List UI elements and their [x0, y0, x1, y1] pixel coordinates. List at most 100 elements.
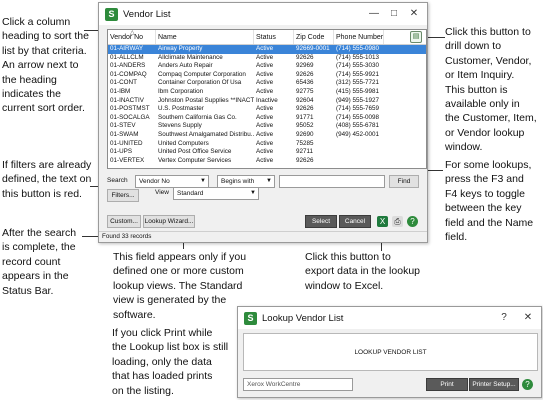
- cell-phone: (949) 555-1927: [336, 96, 380, 104]
- export-callout: Click this button to export data in the …: [305, 251, 420, 292]
- cell-zip: 95052: [296, 122, 314, 130]
- cell-phone: (714) 555-1013: [336, 53, 380, 61]
- select-button[interactable]: Select: [305, 215, 337, 228]
- cell-phone: (408) 555-6781: [336, 122, 380, 130]
- cell-name: Johnston Postal Supplies **INACT...: [158, 96, 254, 104]
- cell-status: Active: [256, 87, 274, 95]
- table-row[interactable]: 01-COMPAQ Compaq Computer Corporation Ac…: [108, 71, 426, 80]
- cell-status: Active: [256, 45, 274, 52]
- cancel-button[interactable]: Cancel: [339, 215, 371, 228]
- cell-vendor-no: 01-ALLCLM: [110, 53, 144, 61]
- table-row[interactable]: 01-SWAM Southwest Amalgamated Distribu..…: [108, 131, 426, 140]
- table-row[interactable]: 01-ALLCLM Allclimate Maintenance Active …: [108, 54, 426, 63]
- filters-callout: If filters are already defined, the text…: [2, 159, 92, 200]
- cell-phone: (714) 555-0980: [336, 45, 380, 52]
- cell-vendor-no: 01-STEV: [110, 122, 136, 130]
- cell-phone: (714) 555-0098: [336, 113, 380, 121]
- cell-vendor-no: 01-SWAM: [110, 130, 139, 138]
- vendor-list-window: S Vendor List — □ ✕ △ Vendor No Name Sta…: [98, 2, 428, 243]
- cell-zip: 75285: [296, 139, 314, 147]
- cell-name: Stevens Supply: [158, 122, 202, 130]
- app-logo-icon: S: [105, 7, 118, 21]
- chevron-down-icon: ▼: [200, 178, 206, 184]
- find-button[interactable]: Find: [389, 175, 419, 188]
- cell-vendor-no: 01-POSTMST: [110, 105, 150, 113]
- drill-down-icon[interactable]: ▤: [410, 31, 422, 43]
- table-row[interactable]: 01-ANDERS Anders Auto Repair Active 9296…: [108, 62, 426, 71]
- search-field-value: Vendor No: [139, 178, 170, 185]
- printer-icon[interactable]: ⎙: [392, 216, 403, 227]
- table-row[interactable]: 01-SOCALGA Southern California Gas Co. A…: [108, 114, 426, 123]
- cell-name: Airway Property: [158, 45, 203, 52]
- cell-zip: 92711: [296, 148, 314, 156]
- drill-down-callout: Click this button to drill down to Custo…: [445, 26, 537, 154]
- column-header-status[interactable]: Status: [254, 30, 294, 44]
- lookup-titlebar: S Lookup Vendor List ? ✕: [238, 307, 541, 329]
- table-row[interactable]: 01-UNITED United Computers Active 75285: [108, 140, 426, 149]
- cell-vendor-no: 01-ANDERS: [110, 62, 146, 70]
- printer-select[interactable]: Xerox WorkCentre: [243, 378, 353, 391]
- cell-name: Southern California Gas Co.: [158, 113, 237, 121]
- lookup-wizard-button[interactable]: Lookup Wizard...: [143, 215, 195, 228]
- search-label: Search: [107, 177, 128, 184]
- table-row[interactable]: 01-CONT Container Corporation Of Usa Act…: [108, 79, 426, 88]
- cell-name: U.S. Postmaster: [158, 105, 204, 113]
- column-header-zip-code[interactable]: Zip Code: [294, 30, 334, 44]
- cell-status: Active: [256, 148, 274, 156]
- cell-status: Active: [256, 79, 274, 87]
- cell-zip: 92775: [296, 87, 314, 95]
- table-row[interactable]: 01-STEV Stevens Supply Active 95052 (408…: [108, 122, 426, 131]
- filters-button[interactable]: Filters...: [107, 189, 139, 202]
- column-header-phone[interactable]: Phone Number: [334, 30, 384, 44]
- table-row[interactable]: 01-POSTMST U.S. Postmaster Active 92626 …: [108, 105, 426, 114]
- print-button[interactable]: Print: [426, 378, 468, 391]
- view-select[interactable]: Standard ▼: [173, 187, 259, 200]
- cell-phone: (714) 555-7659: [336, 105, 380, 113]
- table-row[interactable]: 01-UPS United Post Office Service Active…: [108, 148, 426, 157]
- table-row[interactable]: 01-IBM Ibm Corporation Active 92775 (415…: [108, 88, 426, 97]
- print-callout: If you click Print while the Lookup list…: [112, 327, 229, 397]
- cell-status: Active: [256, 130, 274, 138]
- cell-vendor-no: 01-AIRWAY: [110, 45, 144, 52]
- cell-status: Active: [256, 62, 274, 70]
- cell-status: Active: [256, 70, 274, 78]
- lookup-body-text: LOOKUP VENDOR LIST: [354, 349, 427, 356]
- cell-zip: 92626: [296, 53, 314, 61]
- cell-zip: 65436: [296, 79, 314, 87]
- table-row[interactable]: 01-AIRWAY Airway Property Active 92669-0…: [108, 45, 426, 54]
- cell-vendor-no: 01-VERTEX: [110, 156, 145, 164]
- chevron-down-icon: ▼: [266, 178, 272, 184]
- close-icon[interactable]: ✕: [519, 310, 537, 326]
- help-question-icon[interactable]: ?: [495, 310, 513, 326]
- minimize-icon[interactable]: —: [365, 6, 383, 22]
- search-input[interactable]: [279, 175, 385, 188]
- close-icon[interactable]: ✕: [405, 6, 423, 22]
- column-header-name[interactable]: Name: [156, 30, 254, 44]
- cell-vendor-no: 01-SOCALGA: [110, 113, 150, 121]
- lookup-body-panel: LOOKUP VENDOR LIST: [243, 333, 538, 371]
- status-bar: Found 33 records: [99, 231, 427, 242]
- custom-button[interactable]: Custom...: [107, 215, 141, 228]
- f3-f4-callout: For some lookups, press the F3 and F4 ke…: [445, 159, 534, 244]
- window-title: Lookup Vendor List: [262, 312, 344, 324]
- cell-name: Compaq Computer Corporation: [158, 70, 246, 78]
- record-count-text: Found 33 records: [102, 233, 152, 240]
- excel-export-icon[interactable]: X: [377, 216, 388, 227]
- sort-arrow-icon: △: [130, 30, 135, 36]
- printer-setup-button[interactable]: Printer Setup...: [469, 378, 519, 391]
- table-row[interactable]: 01-INACTIV Johnston Postal Supplies **IN…: [108, 97, 426, 106]
- table-row[interactable]: 01-VERTEX Vertex Computer Services Activ…: [108, 157, 426, 166]
- cell-vendor-no: 01-UNITED: [110, 139, 143, 147]
- cell-phone: (415) 555-9981: [336, 87, 380, 95]
- help-icon[interactable]: ?: [522, 379, 533, 390]
- cell-status: Active: [256, 113, 274, 121]
- cell-zip: 92626: [296, 105, 314, 113]
- cell-status: Inactive: [256, 96, 278, 104]
- maximize-icon[interactable]: □: [385, 6, 403, 22]
- cell-name: Southwest Amalgamated Distribu...: [158, 130, 254, 138]
- help-icon[interactable]: ?: [407, 216, 418, 227]
- cell-phone: [334, 157, 384, 166]
- cell-phone: [334, 148, 384, 157]
- vendor-titlebar: S Vendor List — □ ✕: [99, 3, 427, 25]
- grid-body: 01-AIRWAY Airway Property Active 92669-0…: [108, 45, 426, 165]
